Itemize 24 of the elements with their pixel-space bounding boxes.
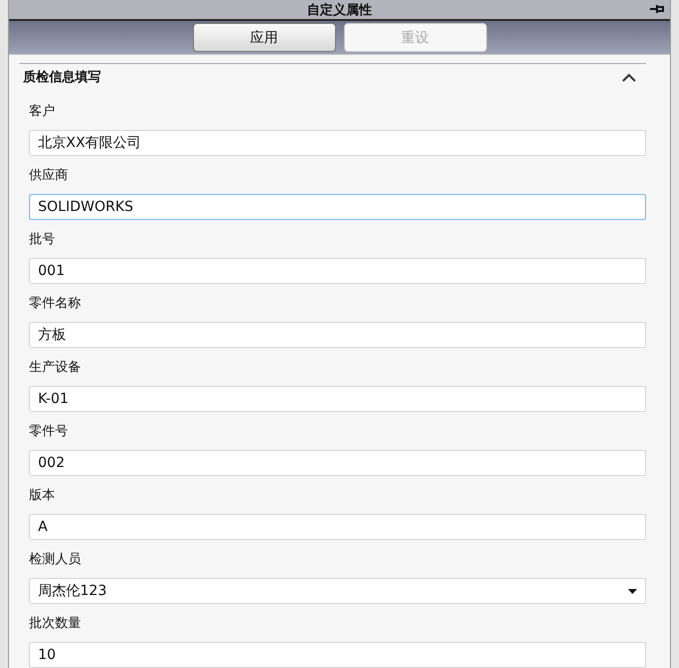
- field-label: 零件名称: [29, 295, 82, 312]
- field-label: 版本: [29, 487, 56, 504]
- field-label: 供应商: [29, 167, 69, 184]
- input-field[interactable]: 001: [29, 258, 646, 284]
- field-label: 检测人员: [29, 551, 82, 568]
- input-field[interactable]: K-01: [29, 386, 646, 412]
- window-title: 自定义属性: [307, 2, 372, 19]
- pin-icon[interactable]: [650, 4, 666, 14]
- dropdown-arrow-icon: [628, 588, 637, 594]
- input-field[interactable]: 002: [29, 450, 646, 476]
- collapse-icon[interactable]: [622, 72, 636, 82]
- field-label: 零件号: [29, 423, 69, 440]
- input-field[interactable]: SOLIDWORKS: [29, 194, 646, 220]
- input-field[interactable]: A: [29, 514, 646, 540]
- field-label: 客户: [29, 103, 56, 120]
- apply-button[interactable]: 应用: [192, 23, 336, 52]
- field-label: 生产设备: [29, 359, 82, 376]
- input-field[interactable]: 北京XX有限公司: [29, 130, 646, 156]
- input-field[interactable]: 10: [29, 642, 646, 668]
- input-field[interactable]: 方板: [29, 322, 646, 348]
- field-label: 批号: [29, 231, 56, 248]
- field-label: 批次数量: [29, 615, 82, 632]
- dropdown-field[interactable]: 周杰伦123: [29, 578, 646, 604]
- section-title: 质检信息填写: [23, 69, 101, 86]
